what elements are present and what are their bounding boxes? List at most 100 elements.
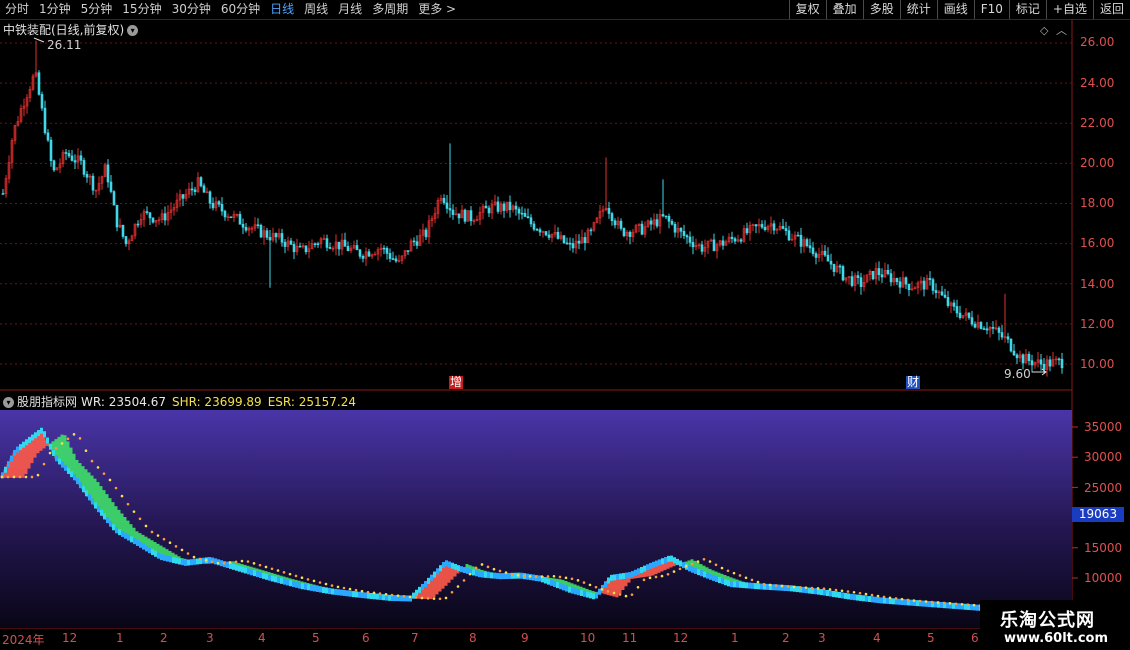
indicator-dot (78, 437, 82, 440)
indicator-dot (768, 583, 772, 587)
indicator-candle (934, 601, 937, 608)
indicator-candle (226, 562, 229, 569)
candle-body (859, 277, 863, 288)
candle-body (115, 204, 119, 228)
indicator-candle (376, 593, 379, 600)
candle-body (655, 219, 659, 227)
indicator-candle (172, 557, 175, 564)
indicator-candle (67, 467, 70, 474)
candle-body (520, 212, 524, 215)
indicator-dot (888, 596, 892, 600)
candle-body (79, 155, 83, 161)
indicator-dot (216, 561, 220, 565)
date-label: 12 (62, 631, 78, 645)
indicator-dot (90, 459, 94, 463)
indicator-candle (34, 432, 37, 439)
indicator-candle (868, 596, 871, 603)
indicator-dot (762, 582, 766, 586)
indicator-dot (810, 586, 814, 590)
chevron-down-circle-icon[interactable]: ▾ (3, 397, 14, 408)
indicator-candle (100, 509, 103, 516)
indicator-candle (148, 547, 151, 554)
indicator-candle (421, 583, 424, 590)
indicator-candle (838, 591, 841, 598)
candle-body (787, 230, 791, 241)
candle-body (565, 242, 569, 245)
indicator-candle (841, 592, 844, 599)
indicator-candle (484, 571, 487, 578)
indicator-candle (463, 567, 466, 574)
indicator-dot (678, 567, 682, 571)
candle-body (220, 204, 224, 212)
indicator-dot (474, 566, 478, 570)
price-axis-label: 12.00 (1080, 317, 1115, 331)
candle-body (43, 107, 47, 134)
candle-body (685, 235, 689, 238)
indicator-candle (670, 555, 673, 562)
candle-body (148, 212, 152, 219)
candle-body (391, 258, 395, 260)
indicator-dot (726, 569, 730, 573)
candle-body (289, 240, 293, 245)
indicator-title: ▾ 股朋指标网 WR: 23504.67 SHR: 23699.89 ESR: 2515… (3, 393, 356, 410)
indicator-candle (739, 581, 742, 588)
indicator-dot (588, 583, 592, 587)
candle-body (628, 231, 632, 237)
indicator-dot (708, 560, 712, 563)
indicator-candle (274, 576, 277, 583)
candle-body (106, 164, 110, 183)
indicator-candle (331, 588, 334, 595)
price-axis-label: 16.00 (1080, 236, 1115, 250)
indicator-dot (504, 571, 508, 574)
candle-body (967, 312, 971, 318)
indicator-candle (202, 557, 205, 564)
indicator-dot (492, 567, 496, 571)
indicator-candle (886, 597, 889, 604)
indicator-candle (814, 588, 817, 595)
indicator-candle (673, 557, 676, 564)
indicator-candle (121, 530, 124, 537)
indicator-candle (643, 565, 646, 572)
indicator-dot (828, 588, 832, 591)
candle-body (508, 201, 512, 211)
candle-body (394, 258, 398, 262)
indicator-candle (664, 557, 667, 564)
candle-body (202, 185, 206, 193)
candle-body (577, 240, 581, 244)
event-tag-cai[interactable]: 财 (906, 376, 921, 389)
candle-body (121, 224, 125, 237)
wr-value: WR: 23504.67 (81, 395, 166, 409)
kline-chart-area[interactable] (0, 0, 1130, 650)
indicator-candle (613, 574, 616, 581)
indicator-dot (258, 563, 262, 567)
indicator-candle (52, 450, 55, 457)
indicator-candle (313, 585, 316, 592)
indicator-candle (328, 588, 331, 595)
indicator-candle (418, 586, 421, 593)
indicator-candle (628, 572, 631, 579)
candle-body (1030, 360, 1034, 366)
event-tag-zeng[interactable]: 增 (449, 376, 464, 389)
indicator-candle (301, 583, 304, 590)
indicator-dot (114, 486, 118, 490)
candle-body (589, 229, 593, 232)
indicator-candle (784, 584, 787, 591)
indicator-candle (289, 580, 292, 587)
candle-body (532, 223, 536, 230)
candle-body (145, 211, 149, 214)
indicator-candle (700, 570, 703, 577)
indicator-candle (892, 598, 895, 605)
indicator-dot (144, 524, 148, 528)
indicator-candle (292, 581, 295, 588)
indicator-dot (168, 541, 172, 545)
indicator-candle (307, 584, 310, 591)
indicator-candle (364, 592, 367, 599)
candle-body (73, 160, 77, 163)
indicator-candle (703, 571, 706, 578)
candle-body (256, 224, 260, 227)
candle-body (571, 243, 575, 249)
indicator-dot (456, 585, 460, 588)
candle-body (52, 160, 56, 171)
indicator-candle (778, 584, 781, 591)
indicator-candle (553, 580, 556, 587)
